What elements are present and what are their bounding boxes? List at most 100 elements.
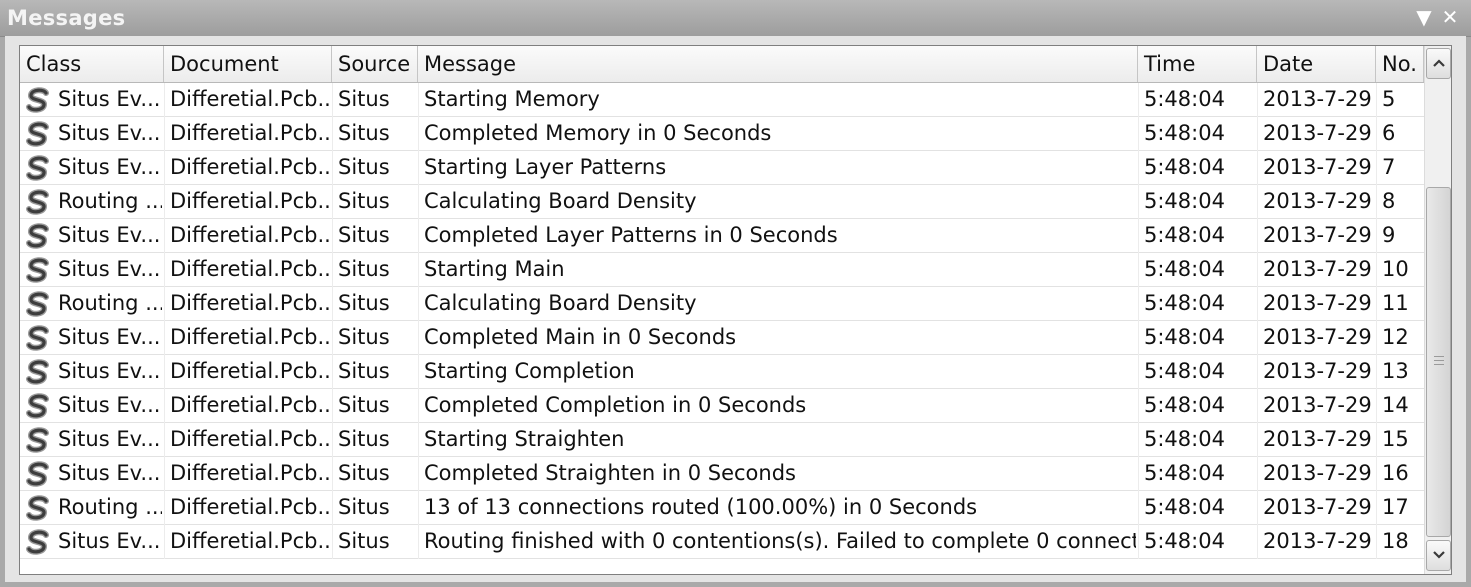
row-source: Situs bbox=[338, 427, 390, 451]
row-source: Situs bbox=[338, 189, 390, 213]
situs-s-icon bbox=[26, 393, 49, 419]
table-row[interactable]: Situs Ev... Differetial.Pcb... Situs Comple… bbox=[20, 389, 1424, 423]
table-row[interactable]: Situs Ev... Differetial.Pcb... Situs Starti… bbox=[20, 355, 1424, 389]
row-class: Routing ... bbox=[58, 495, 162, 519]
scroll-thumb[interactable] bbox=[1426, 187, 1451, 537]
row-message: Starting Main bbox=[424, 257, 565, 281]
row-source: Situs bbox=[338, 461, 390, 485]
table-row[interactable]: Routing ... Differetial.Pcb... Situs Calcul… bbox=[20, 287, 1424, 321]
row-date: 2013-7-29 bbox=[1263, 257, 1372, 281]
row-class: Routing ... bbox=[58, 291, 162, 315]
situs-s-icon bbox=[26, 291, 49, 317]
row-message: Completed Completion in 0 Seconds bbox=[424, 393, 807, 417]
table-row[interactable]: Situs Ev... Differetial.Pcb... Situs Routin… bbox=[20, 525, 1424, 559]
row-time: 5:48:04 bbox=[1144, 393, 1225, 417]
table-row[interactable]: Situs Ev... Differetial.Pcb... Situs Comple… bbox=[20, 321, 1424, 355]
row-source: Situs bbox=[338, 257, 390, 281]
row-no: 8 bbox=[1382, 189, 1396, 213]
row-date: 2013-7-29 bbox=[1263, 359, 1372, 383]
row-class: Situs Ev... bbox=[58, 155, 161, 179]
row-date: 2013-7-29 bbox=[1263, 427, 1372, 451]
row-source: Situs bbox=[338, 393, 390, 417]
scroll-up-chevron-icon bbox=[1432, 59, 1445, 67]
row-class: Situs Ev... bbox=[58, 393, 161, 417]
column-header-time[interactable]: Time bbox=[1138, 46, 1257, 82]
row-message: 13 of 13 connections routed (100.00%) in… bbox=[424, 495, 978, 519]
column-header-message[interactable]: Message bbox=[418, 46, 1138, 82]
column-header-date[interactable]: Date bbox=[1257, 46, 1376, 82]
situs-s-icon bbox=[26, 529, 49, 555]
row-document: Differetial.Pcb... bbox=[170, 121, 330, 145]
table-row[interactable]: Situs Ev... Differetial.Pcb... Situs Comple… bbox=[20, 457, 1424, 491]
row-class: Situs Ev... bbox=[58, 529, 161, 553]
row-time: 5:48:04 bbox=[1144, 189, 1225, 213]
row-message: Starting Completion bbox=[424, 359, 635, 383]
table-row[interactable]: Routing ... Differetial.Pcb... Situs 13 of … bbox=[20, 491, 1424, 525]
row-source: Situs bbox=[338, 87, 390, 111]
row-message: Routing finished with 0 contentions(s). … bbox=[424, 529, 1136, 553]
panel-body: Class Document Source Message Time Date … bbox=[5, 36, 1466, 582]
table-row[interactable]: Situs Ev... Differetial.Pcb... Situs Starti… bbox=[20, 151, 1424, 185]
row-message: Starting Memory bbox=[424, 87, 600, 111]
situs-s-icon bbox=[26, 189, 49, 215]
row-time: 5:48:04 bbox=[1144, 495, 1225, 519]
row-class: Situs Ev... bbox=[58, 87, 161, 111]
row-source: Situs bbox=[338, 325, 390, 349]
row-document: Differetial.Pcb... bbox=[170, 223, 330, 247]
row-source: Situs bbox=[338, 291, 390, 315]
row-class: Situs Ev... bbox=[58, 223, 161, 247]
situs-s-icon bbox=[26, 495, 49, 521]
row-source: Situs bbox=[338, 121, 390, 145]
row-document: Differetial.Pcb... bbox=[170, 325, 330, 349]
table-row[interactable]: Situs Ev... Differetial.Pcb... Situs Starti… bbox=[20, 423, 1424, 457]
column-header-source[interactable]: Source bbox=[332, 46, 418, 82]
row-date: 2013-7-29 bbox=[1263, 223, 1372, 247]
close-x-icon[interactable]: ✕ bbox=[1439, 5, 1461, 29]
column-header-no[interactable]: No. bbox=[1376, 46, 1424, 82]
row-no: 7 bbox=[1382, 155, 1396, 179]
row-source: Situs bbox=[338, 155, 390, 179]
dropdown-triangle-icon[interactable]: ▼ bbox=[1413, 5, 1435, 29]
situs-s-icon bbox=[26, 359, 49, 385]
row-message: Calculating Board Density bbox=[424, 189, 697, 213]
row-document: Differetial.Pcb... bbox=[170, 87, 330, 111]
column-header-row: Class Document Source Message Time Date … bbox=[20, 46, 1424, 83]
row-document: Differetial.Pcb... bbox=[170, 393, 330, 417]
row-document: Differetial.Pcb... bbox=[170, 257, 330, 281]
row-document: Differetial.Pcb... bbox=[170, 427, 330, 451]
row-time: 5:48:04 bbox=[1144, 325, 1225, 349]
row-date: 2013-7-29 bbox=[1263, 155, 1372, 179]
vertical-scrollbar[interactable] bbox=[1424, 46, 1451, 574]
panel-titlebar[interactable]: Messages ▼ ✕ bbox=[0, 0, 1471, 37]
row-date: 2013-7-29 bbox=[1263, 325, 1372, 349]
table-row[interactable]: Situs Ev... Differetial.Pcb... Situs Comple… bbox=[20, 219, 1424, 253]
table-row[interactable]: Situs Ev... Differetial.Pcb... Situs Starti… bbox=[20, 83, 1424, 117]
row-document: Differetial.Pcb... bbox=[170, 529, 330, 553]
column-header-class[interactable]: Class bbox=[20, 46, 164, 82]
row-class: Situs Ev... bbox=[58, 359, 161, 383]
row-document: Differetial.Pcb... bbox=[170, 155, 330, 179]
row-no: 16 bbox=[1382, 461, 1409, 485]
table-row[interactable]: Situs Ev... Differetial.Pcb... Situs Comple… bbox=[20, 117, 1424, 151]
row-time: 5:48:04 bbox=[1144, 529, 1225, 553]
table-row[interactable]: Situs Ev... Differetial.Pcb... Situs Starti… bbox=[20, 253, 1424, 287]
row-no: 10 bbox=[1382, 257, 1409, 281]
row-class: Situs Ev... bbox=[58, 427, 161, 451]
row-source: Situs bbox=[338, 223, 390, 247]
row-time: 5:48:04 bbox=[1144, 427, 1225, 451]
row-time: 5:48:04 bbox=[1144, 257, 1225, 281]
row-class: Situs Ev... bbox=[58, 461, 161, 485]
column-header-document[interactable]: Document bbox=[164, 46, 332, 82]
row-class: Situs Ev... bbox=[58, 325, 161, 349]
row-class: Situs Ev... bbox=[58, 121, 161, 145]
row-message: Starting Straighten bbox=[424, 427, 625, 451]
row-time: 5:48:04 bbox=[1144, 291, 1225, 315]
table-row[interactable]: Routing ... Differetial.Pcb... Situs Calcul… bbox=[20, 185, 1424, 219]
row-time: 5:48:04 bbox=[1144, 223, 1225, 247]
scroll-down-button[interactable] bbox=[1426, 540, 1451, 571]
row-message: Completed Straighten in 0 Seconds bbox=[424, 461, 796, 485]
scroll-up-button[interactable] bbox=[1426, 48, 1451, 79]
row-no: 17 bbox=[1382, 495, 1409, 519]
scroll-down-chevron-icon bbox=[1432, 551, 1445, 559]
row-time: 5:48:04 bbox=[1144, 155, 1225, 179]
